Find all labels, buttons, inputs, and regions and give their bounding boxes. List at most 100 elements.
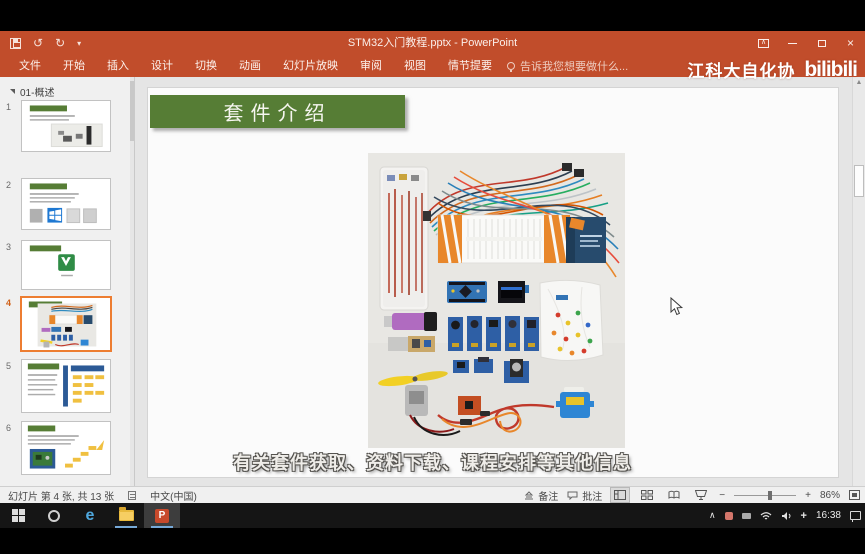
start-button[interactable] bbox=[0, 503, 36, 528]
panel-scrollbar[interactable] bbox=[130, 77, 134, 486]
slide-2-preview bbox=[29, 183, 97, 224]
notes-button[interactable]: 备注 bbox=[524, 488, 558, 503]
slide-number: 1 bbox=[6, 102, 12, 112]
slide-number: 3 bbox=[6, 242, 12, 252]
windows-logo-icon bbox=[11, 509, 25, 522]
workspace: 01-概述 1 2 3 4 5 6 套件介绍 ▲ bbox=[0, 77, 865, 486]
window-title: STM32入门教程.pptx - PowerPoint bbox=[347, 37, 518, 49]
powerpoint-icon: P bbox=[155, 508, 169, 523]
section-title: 01-概述 bbox=[20, 88, 55, 99]
parts-box bbox=[379, 166, 429, 311]
led-bag bbox=[539, 279, 604, 361]
tell-me-box[interactable]: 告诉我您想要做什么... bbox=[507, 58, 628, 74]
scrollbar-thumb[interactable] bbox=[854, 165, 864, 197]
zoom-in-button[interactable]: + bbox=[805, 490, 811, 501]
oled-display bbox=[498, 281, 529, 303]
network-icon[interactable] bbox=[760, 511, 772, 521]
slide-sorter-view-button[interactable] bbox=[638, 488, 656, 502]
edge-icon: e bbox=[85, 506, 95, 524]
slide-title-text: 套件介绍 bbox=[223, 103, 332, 125]
slide-thumbnail-1[interactable] bbox=[21, 100, 111, 152]
slideshow-view-button[interactable] bbox=[692, 488, 710, 502]
canvas-scrollbar[interactable]: ▲ bbox=[852, 77, 865, 486]
zoom-slider-thumb[interactable] bbox=[768, 490, 773, 500]
tray-expand-icon[interactable]: ∧ bbox=[709, 510, 716, 521]
tray-device-icon[interactable] bbox=[741, 512, 751, 519]
tell-me-label: 告诉我您想要做什么... bbox=[520, 61, 629, 73]
powerpoint-taskbar-button[interactable]: P bbox=[144, 503, 180, 528]
minimize-button[interactable] bbox=[778, 31, 807, 55]
language-indicator[interactable]: 中文(中国) bbox=[150, 488, 197, 503]
slide-5-preview bbox=[27, 363, 105, 407]
slide-canvas: 套件介绍 bbox=[136, 77, 852, 486]
zoom-percentage[interactable]: 86% bbox=[820, 490, 840, 501]
statusbar: 幻灯片 第 4 张, 共 13 张 中文(中国) 备注 批注 − + 86% bbox=[0, 486, 865, 503]
video-subtitle: 有关套件获取、资料下载、课程安排等其他信息 bbox=[233, 453, 632, 473]
tab-storyboarding[interactable]: 情节提要 bbox=[437, 55, 503, 77]
fit-slide-icon[interactable] bbox=[849, 490, 860, 500]
close-icon: × bbox=[846, 36, 854, 50]
slide-thumbnail-panel: 01-概述 1 2 3 4 5 6 bbox=[0, 77, 135, 486]
bilibili-logo: bilibili bbox=[804, 57, 858, 81]
section-header[interactable]: 01-概述 bbox=[10, 84, 54, 99]
edge-button[interactable]: e bbox=[72, 503, 108, 528]
folder-icon bbox=[118, 507, 134, 521]
file-explorer-button[interactable] bbox=[108, 503, 144, 528]
slide-thumbnail-3[interactable] bbox=[21, 240, 111, 290]
normal-view-icon bbox=[614, 490, 627, 500]
mouse-cursor bbox=[670, 297, 684, 316]
zoom-slider[interactable] bbox=[734, 490, 797, 500]
slide-4-preview bbox=[28, 301, 97, 348]
tab-design[interactable]: 设计 bbox=[140, 55, 184, 77]
slide-counter: 幻灯片 第 4 张, 共 13 张 bbox=[8, 491, 115, 503]
channel-name: 江科大自化协 bbox=[687, 62, 796, 81]
notes-label: 备注 bbox=[538, 491, 559, 503]
ribbon-display-options-button[interactable] bbox=[749, 31, 778, 55]
slide-number: 6 bbox=[6, 423, 12, 433]
slide-sorter-icon bbox=[641, 490, 654, 500]
windows-taskbar: e P ∧ + 16:38 bbox=[0, 503, 865, 528]
reading-view-icon bbox=[668, 490, 680, 499]
restore-button[interactable] bbox=[807, 31, 836, 55]
close-button[interactable]: × bbox=[836, 31, 865, 55]
tab-review[interactable]: 审阅 bbox=[349, 55, 393, 77]
comments-button[interactable]: 批注 bbox=[567, 488, 602, 503]
window-controls: × bbox=[749, 31, 865, 55]
slide-thumbnail-5[interactable] bbox=[21, 359, 111, 413]
notes-icon bbox=[525, 490, 534, 499]
accessibility-check-icon[interactable] bbox=[128, 490, 137, 500]
action-center-icon[interactable] bbox=[850, 511, 861, 522]
tab-file[interactable]: 文件 bbox=[8, 55, 52, 77]
input-indicator-icon[interactable]: + bbox=[801, 510, 807, 522]
slide-thumbnail-4-selected[interactable] bbox=[20, 296, 112, 352]
zoom-out-button[interactable]: − bbox=[719, 490, 725, 501]
lightbulb-icon bbox=[507, 62, 515, 72]
tab-view[interactable]: 视图 bbox=[393, 55, 437, 77]
sensor-modules bbox=[448, 316, 539, 351]
kit-photo bbox=[368, 153, 625, 448]
cortana-button[interactable] bbox=[36, 503, 72, 528]
clock[interactable]: 16:38 bbox=[816, 510, 841, 521]
comments-label: 批注 bbox=[582, 491, 603, 503]
current-slide[interactable]: 套件介绍 bbox=[148, 88, 838, 477]
tab-slideshow[interactable]: 幻灯片放映 bbox=[272, 55, 349, 77]
normal-view-button[interactable] bbox=[611, 488, 630, 502]
slide-number: 5 bbox=[6, 361, 12, 371]
slide-thumbnail-2[interactable] bbox=[21, 178, 111, 230]
tab-animations[interactable]: 动画 bbox=[228, 55, 272, 77]
slide-3-preview bbox=[29, 245, 75, 277]
ribbon-display-options-icon bbox=[758, 38, 769, 48]
tab-transitions[interactable]: 切换 bbox=[184, 55, 228, 77]
slide-number: 4 bbox=[6, 298, 12, 308]
tray-app-icon[interactable] bbox=[724, 511, 733, 520]
slide-title-box[interactable]: 套件介绍 bbox=[150, 95, 405, 128]
slide-number: 2 bbox=[6, 180, 12, 190]
tab-home[interactable]: 开始 bbox=[52, 55, 96, 77]
breadboard bbox=[437, 214, 571, 264]
stm32-board bbox=[447, 281, 487, 303]
volume-icon[interactable] bbox=[781, 511, 792, 521]
section-collapse-icon bbox=[10, 89, 15, 94]
reading-view-button[interactable] bbox=[665, 488, 683, 502]
orange-module bbox=[458, 396, 481, 415]
tab-insert[interactable]: 插入 bbox=[96, 55, 140, 77]
